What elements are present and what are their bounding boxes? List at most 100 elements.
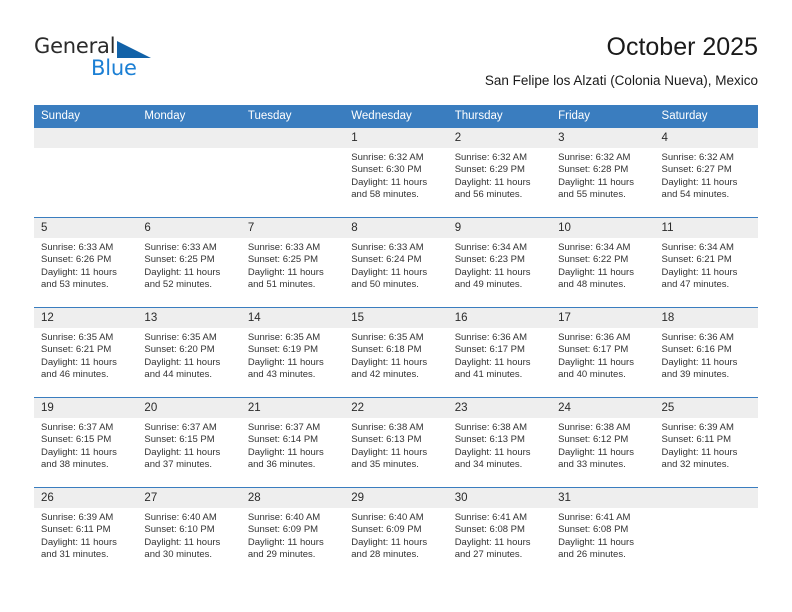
calendar-day-cell[interactable]: 29 Sunrise: 6:40 AM Sunset: 6:09 PM Dayligh…	[344, 487, 448, 577]
day-number: 8	[344, 218, 448, 238]
calendar-week-row: 26 Sunrise: 6:39 AM Sunset: 6:11 PM Dayligh…	[34, 487, 758, 577]
sunrise-text: Sunrise: 6:37 AM	[144, 422, 217, 433]
day-cell-inner: 5 Sunrise: 6:33 AM Sunset: 6:26 PM Daylight…	[34, 218, 138, 307]
day-sun-info: Sunrise: 6:33 AM Sunset: 6:25 PM Daylight:…	[241, 238, 344, 291]
sunrise-text: Sunrise: 6:33 AM	[351, 242, 424, 253]
daylight-text-line1: Daylight: 11 hours	[454, 356, 531, 368]
day-cell-inner: 6 Sunrise: 6:33 AM Sunset: 6:25 PM Daylight…	[137, 218, 241, 307]
calendar-day-cell[interactable]: 24 Sunrise: 6:38 AM Sunset: 6:12 PM Dayligh…	[551, 397, 655, 488]
sunrise-text: Sunrise: 6:40 AM	[144, 512, 217, 523]
sunset-text: Sunset: 6:14 PM	[247, 434, 319, 446]
sunrise-text: Sunrise: 6:34 AM	[661, 242, 734, 253]
daylight-text-line2: and 55 minutes.	[558, 188, 626, 200]
daylight-text-line1: Daylight: 11 hours	[247, 356, 324, 368]
day-number: 4	[654, 128, 758, 148]
daylight-text-line1: Daylight: 11 hours	[247, 536, 324, 548]
day-sun-info: Sunrise: 6:37 AM Sunset: 6:14 PM Daylight:…	[241, 418, 344, 471]
calendar-day-cell[interactable]: 19 Sunrise: 6:37 AM Sunset: 6:15 PM Dayligh…	[34, 397, 138, 488]
sunrise-text: Sunrise: 6:35 AM	[247, 332, 321, 343]
day-cell-inner: 31 Sunrise: 6:41 AM Sunset: 6:08 PM Dayligh…	[551, 488, 655, 577]
day-sun-info: Sunrise: 6:32 AM Sunset: 6:30 PM Daylight:…	[344, 148, 447, 201]
day-number: 7	[240, 218, 345, 238]
calendar-day-cell[interactable]: 13 Sunrise: 6:35 AM Sunset: 6:20 PM Dayligh…	[137, 307, 241, 398]
day-cell-inner: 20 Sunrise: 6:37 AM Sunset: 6:15 PM Dayligh…	[137, 398, 241, 487]
sunrise-text: Sunrise: 6:34 AM	[454, 242, 528, 253]
day-cell-inner: 29 Sunrise: 6:40 AM Sunset: 6:09 PM Dayligh…	[344, 488, 448, 577]
sunset-text: Sunset: 6:26 PM	[41, 254, 112, 266]
calendar-day-cell[interactable]: 25 Sunrise: 6:39 AM Sunset: 6:11 PM Dayligh…	[654, 397, 758, 488]
calendar-day-cell[interactable]: 1 Sunrise: 6:32 AM Sunset: 6:30 PM Daylight…	[344, 128, 448, 218]
calendar-day-cell[interactable]: 30 Sunrise: 6:41 AM Sunset: 6:08 PM Dayligh…	[447, 487, 552, 577]
calendar-day-cell[interactable]: 15 Sunrise: 6:35 AM Sunset: 6:18 PM Dayligh…	[344, 307, 448, 398]
calendar-day-cell[interactable]: 28 Sunrise: 6:40 AM Sunset: 6:09 PM Dayligh…	[240, 487, 345, 577]
day-sun-info: Sunrise: 6:37 AM Sunset: 6:15 PM Daylight:…	[34, 418, 137, 471]
day-cell-inner: 16 Sunrise: 6:36 AM Sunset: 6:17 PM Dayligh…	[447, 308, 552, 397]
calendar-day-cell[interactable]: 20 Sunrise: 6:37 AM Sunset: 6:15 PM Dayligh…	[137, 397, 241, 488]
day-sun-info: Sunrise: 6:39 AM Sunset: 6:11 PM Daylight:…	[34, 508, 137, 561]
calendar-table: Sunday Monday Tuesday Wednesday Thursday…	[34, 105, 758, 577]
calendar-day-cell[interactable]: 5 Sunrise: 6:33 AM Sunset: 6:26 PM Daylight…	[34, 217, 138, 308]
day-number: 20	[137, 398, 241, 418]
day-number	[654, 488, 758, 508]
daylight-text-line1: Daylight: 11 hours	[247, 266, 324, 278]
day-number: 13	[137, 308, 241, 328]
daylight-text-line1: Daylight: 11 hours	[661, 356, 738, 368]
weekday-header-saturday: Saturday	[654, 105, 758, 128]
page-subtitle: San Felipe los Alzati (Colonia Nueva), M…	[484, 73, 758, 88]
daylight-text-line2: and 52 minutes.	[144, 278, 213, 290]
day-sun-info: Sunrise: 6:33 AM Sunset: 6:24 PM Daylight:…	[344, 238, 447, 291]
calendar-day-cell[interactable]: 26 Sunrise: 6:39 AM Sunset: 6:11 PM Dayligh…	[34, 487, 138, 577]
calendar-day-cell[interactable]: 31 Sunrise: 6:41 AM Sunset: 6:08 PM Dayligh…	[551, 487, 655, 577]
daylight-text-line1: Daylight: 11 hours	[558, 446, 634, 458]
calendar-day-cell[interactable]: 23 Sunrise: 6:38 AM Sunset: 6:13 PM Dayligh…	[447, 397, 552, 488]
generalblue-logo[interactable]: General Blue	[34, 34, 164, 86]
sunset-text: Sunset: 6:10 PM	[144, 524, 215, 536]
day-number: 15	[344, 308, 448, 328]
calendar-day-cell[interactable]: 12 Sunrise: 6:35 AM Sunset: 6:21 PM Dayligh…	[34, 307, 138, 398]
sunset-text: Sunset: 6:13 PM	[454, 434, 525, 446]
daylight-text-line2: and 29 minutes.	[247, 548, 316, 560]
calendar-day-cell[interactable]: 17 Sunrise: 6:36 AM Sunset: 6:17 PM Dayligh…	[551, 307, 655, 398]
calendar-week-row: 19 Sunrise: 6:37 AM Sunset: 6:15 PM Dayligh…	[34, 397, 758, 488]
day-cell-inner: 26 Sunrise: 6:39 AM Sunset: 6:11 PM Dayligh…	[34, 488, 138, 577]
daylight-text-line1: Daylight: 11 hours	[351, 446, 428, 458]
sunset-text: Sunset: 6:09 PM	[351, 524, 422, 536]
calendar-day-cell[interactable]: 16 Sunrise: 6:36 AM Sunset: 6:17 PM Dayligh…	[447, 307, 552, 398]
calendar-day-cell[interactable]: 7 Sunrise: 6:33 AM Sunset: 6:25 PM Daylight…	[240, 217, 345, 308]
sunrise-text: Sunrise: 6:37 AM	[41, 422, 114, 433]
calendar-day-cell[interactable]: 2 Sunrise: 6:32 AM Sunset: 6:29 PM Daylight…	[447, 128, 552, 218]
day-cell-inner: 4 Sunrise: 6:32 AM Sunset: 6:27 PM Daylight…	[654, 128, 758, 217]
logo-text-blue: Blue	[91, 56, 137, 80]
day-sun-info: Sunrise: 6:38 AM Sunset: 6:13 PM Daylight:…	[448, 418, 551, 471]
calendar-day-cell[interactable]: 3 Sunrise: 6:32 AM Sunset: 6:28 PM Daylight…	[551, 128, 655, 218]
calendar-day-cell[interactable]: 4 Sunrise: 6:32 AM Sunset: 6:27 PM Daylight…	[654, 128, 758, 218]
daylight-text-line1: Daylight: 11 hours	[454, 446, 531, 458]
sunset-text: Sunset: 6:22 PM	[558, 254, 629, 266]
sunrise-text: Sunrise: 6:41 AM	[558, 512, 631, 523]
calendar-day-cell[interactable]: 6 Sunrise: 6:33 AM Sunset: 6:25 PM Daylight…	[137, 217, 241, 308]
day-cell-inner: 22 Sunrise: 6:38 AM Sunset: 6:13 PM Dayligh…	[344, 398, 448, 487]
calendar-day-cell[interactable]: 10 Sunrise: 6:34 AM Sunset: 6:22 PM Dayligh…	[551, 217, 655, 308]
daylight-text-line2: and 33 minutes.	[558, 458, 626, 470]
day-sun-info: Sunrise: 6:35 AM Sunset: 6:21 PM Daylight:…	[34, 328, 137, 381]
daylight-text-line1: Daylight: 11 hours	[351, 536, 428, 548]
sunrise-text: Sunrise: 6:38 AM	[454, 422, 528, 433]
daylight-text-line1: Daylight: 11 hours	[41, 446, 117, 458]
calendar-day-cell[interactable]: 8 Sunrise: 6:33 AM Sunset: 6:24 PM Daylight…	[344, 217, 448, 308]
calendar-day-cell[interactable]: 14 Sunrise: 6:35 AM Sunset: 6:19 PM Dayligh…	[240, 307, 345, 398]
sunset-text: Sunset: 6:08 PM	[558, 524, 629, 536]
daylight-text-line1: Daylight: 11 hours	[558, 356, 634, 368]
calendar-day-cell[interactable]: 22 Sunrise: 6:38 AM Sunset: 6:13 PM Dayligh…	[344, 397, 448, 488]
page-title: October 2025	[606, 33, 759, 61]
sunrise-text: Sunrise: 6:35 AM	[351, 332, 424, 343]
day-cell-inner: 1 Sunrise: 6:32 AM Sunset: 6:30 PM Daylight…	[344, 128, 448, 217]
calendar-day-cell[interactable]: 11 Sunrise: 6:34 AM Sunset: 6:21 PM Dayligh…	[654, 217, 758, 308]
day-sun-info: Sunrise: 6:35 AM Sunset: 6:19 PM Daylight:…	[241, 328, 344, 381]
day-cell-inner: 9 Sunrise: 6:34 AM Sunset: 6:23 PM Daylight…	[447, 218, 552, 307]
calendar-day-cell[interactable]: 9 Sunrise: 6:34 AM Sunset: 6:23 PM Daylight…	[447, 217, 552, 308]
day-sun-info: Sunrise: 6:32 AM Sunset: 6:29 PM Daylight:…	[448, 148, 551, 201]
calendar-day-cell[interactable]: 21 Sunrise: 6:37 AM Sunset: 6:14 PM Dayligh…	[240, 397, 345, 488]
daylight-text-line1: Daylight: 11 hours	[661, 176, 738, 188]
calendar-day-cell[interactable]: 27 Sunrise: 6:40 AM Sunset: 6:10 PM Dayligh…	[137, 487, 241, 577]
calendar-day-cell[interactable]: 18 Sunrise: 6:36 AM Sunset: 6:16 PM Dayligh…	[654, 307, 758, 398]
